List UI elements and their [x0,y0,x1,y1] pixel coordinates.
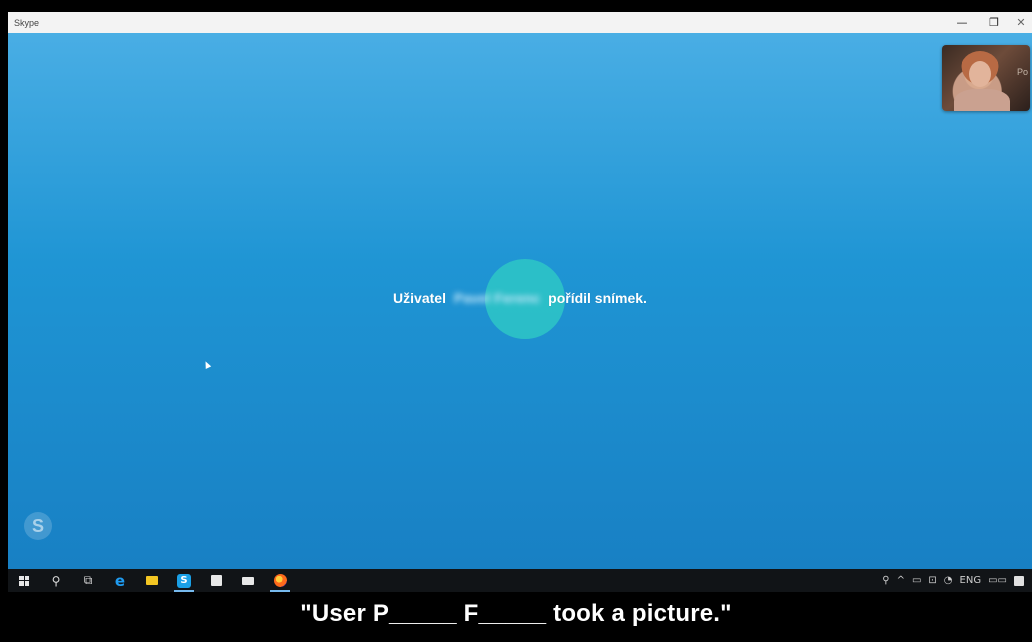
window-title: Skype [14,17,40,28]
notice-user-name: Pavel Ferenc [453,290,541,306]
restore-button[interactable]: ❐ [978,12,1010,33]
chevron-up-icon[interactable]: ^ [897,575,905,586]
mail-icon [242,576,254,585]
taskbar-mail[interactable] [232,569,264,592]
volume-icon[interactable]: ◔ [944,575,953,586]
taskbar-store[interactable] [200,569,232,592]
snapshot-notice: Uživatel Pavel Ferenc pořídil snímek. [8,290,1032,306]
search-icon: ⚲ [51,573,61,588]
taskbar-skype[interactable]: S [168,569,200,592]
system-tray: ⚲ ^ ▭ ⊡ ◔ ENG ▭▭ [882,575,1032,586]
self-video-body [954,89,1010,111]
skype-window: Skype — ❐ ✕ Po Uživatel Pavel Ferenc poř… [8,12,1032,569]
keyboard-icon[interactable]: ▭▭ [988,575,1007,586]
title-bar: Skype — ❐ ✕ [8,12,1032,33]
self-video-preview[interactable]: Po [942,45,1030,111]
firefox-icon [273,574,287,587]
windows-logo-icon [19,575,29,586]
taskbar-firefox[interactable] [264,569,296,592]
task-view-icon: ⧉ [83,573,93,587]
folder-icon [146,576,158,585]
network-icon[interactable]: ⊡ [928,575,936,586]
self-video-face [969,61,991,87]
people-icon[interactable]: ⚲ [882,575,889,586]
close-button[interactable]: ✕ [1010,12,1032,33]
start-button[interactable] [8,569,40,592]
self-video-bg-text: Po [1016,67,1028,77]
subtitle-caption: "User P_____ F_____ took a picture." [0,592,1032,642]
store-icon [210,575,222,586]
notification-icon[interactable] [1014,575,1024,586]
language-indicator[interactable]: ENG [960,575,982,586]
windows-taskbar: ⚲ ⧉ e S ⚲ ^ ▭ ⊡ ◔ ENG ▭▭ [8,569,1032,592]
minimize-button[interactable]: — [946,12,978,33]
taskbar-file-explorer[interactable] [136,569,168,592]
notice-suffix: pořídil snímek. [548,290,647,306]
edge-icon: e [114,571,126,590]
taskbar-edge[interactable]: e [104,569,136,592]
mouse-cursor-icon [202,360,212,369]
skype-logo-icon: S [24,512,52,540]
search-button[interactable]: ⚲ [40,569,72,592]
battery-icon[interactable]: ▭ [912,575,921,586]
task-view-button[interactable]: ⧉ [72,569,104,592]
skype-icon: S [177,573,191,588]
notice-prefix: Uživatel [393,290,446,306]
